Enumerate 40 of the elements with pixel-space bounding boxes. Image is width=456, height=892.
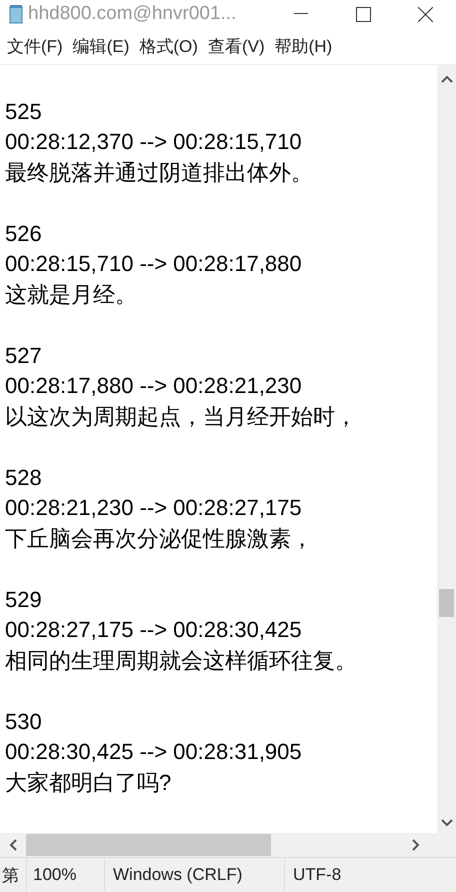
subtitle-timing: 00:28:15,710 --> 00:28:17,880 — [5, 250, 303, 278]
subtitle-timing: 00:28:27,175 --> 00:28:30,425 — [5, 616, 303, 644]
scroll-up-icon[interactable] — [440, 75, 452, 83]
minimize-icon — [294, 13, 308, 15]
scroll-left-icon[interactable] — [9, 839, 17, 851]
subtitle-timing: 00:28:21,230 --> 00:28:27,175 — [5, 494, 303, 522]
menu-item[interactable]: 帮助(H) — [272, 34, 340, 58]
subtitle-index: 525 — [5, 98, 43, 126]
subtitle-text: 相同的生理周期就会这样循环往复。 — [5, 646, 358, 674]
menu-item[interactable]: 文件(F) — [4, 34, 70, 58]
notepad-icon — [8, 4, 24, 24]
subtitle-timing: 00:28:30,425 --> 00:28:31,905 — [5, 738, 303, 766]
subtitle-index: 530 — [5, 708, 43, 736]
status-item: UTF-8 — [284, 858, 456, 892]
vertical-scrollbar[interactable] — [437, 65, 456, 833]
subtitle-text: 大家都明白了吗? — [5, 768, 172, 796]
subtitle-text: 下丘脑会再次分泌促性腺激素， — [5, 524, 314, 552]
subtitle-timing: 00:28:17,880 --> 00:28:21,230 — [5, 372, 303, 400]
window-title: hhd800.com@hnvr001... — [28, 3, 238, 25]
scroll-right-icon[interactable] — [412, 839, 420, 851]
maximize-icon — [356, 6, 370, 22]
scrollbar-thumb[interactable] — [26, 834, 271, 856]
status-item: 100% — [26, 858, 104, 892]
subtitle-text: 以这次为周期起点，当月经开始时， — [5, 402, 358, 430]
subtitle-index: 527 — [5, 342, 43, 370]
menu-item[interactable]: 查看(V) — [204, 34, 272, 58]
scrollbar-thumb[interactable] — [439, 589, 454, 617]
subtitle-index: 526 — [5, 220, 43, 248]
subtitle-index: 528 — [5, 464, 43, 492]
subtitle-text: 最终脱落并通过阴道排出体外。 — [5, 158, 314, 186]
close-icon — [418, 6, 432, 22]
menu-item[interactable]: 编辑(E) — [70, 34, 136, 58]
subtitle-timing: 00:28:12,370 --> 00:28:15,710 — [5, 128, 303, 156]
status-item: Windows (CRLF) — [104, 858, 284, 892]
status-item: 第 — [1, 864, 20, 886]
subtitle-text: 这就是月经。 — [5, 280, 138, 308]
menu-item[interactable]: 格式(O) — [136, 34, 205, 58]
scroll-down-icon[interactable] — [440, 819, 452, 827]
subtitle-index: 529 — [5, 586, 43, 614]
horizontal-scrollbar[interactable] — [0, 833, 456, 857]
